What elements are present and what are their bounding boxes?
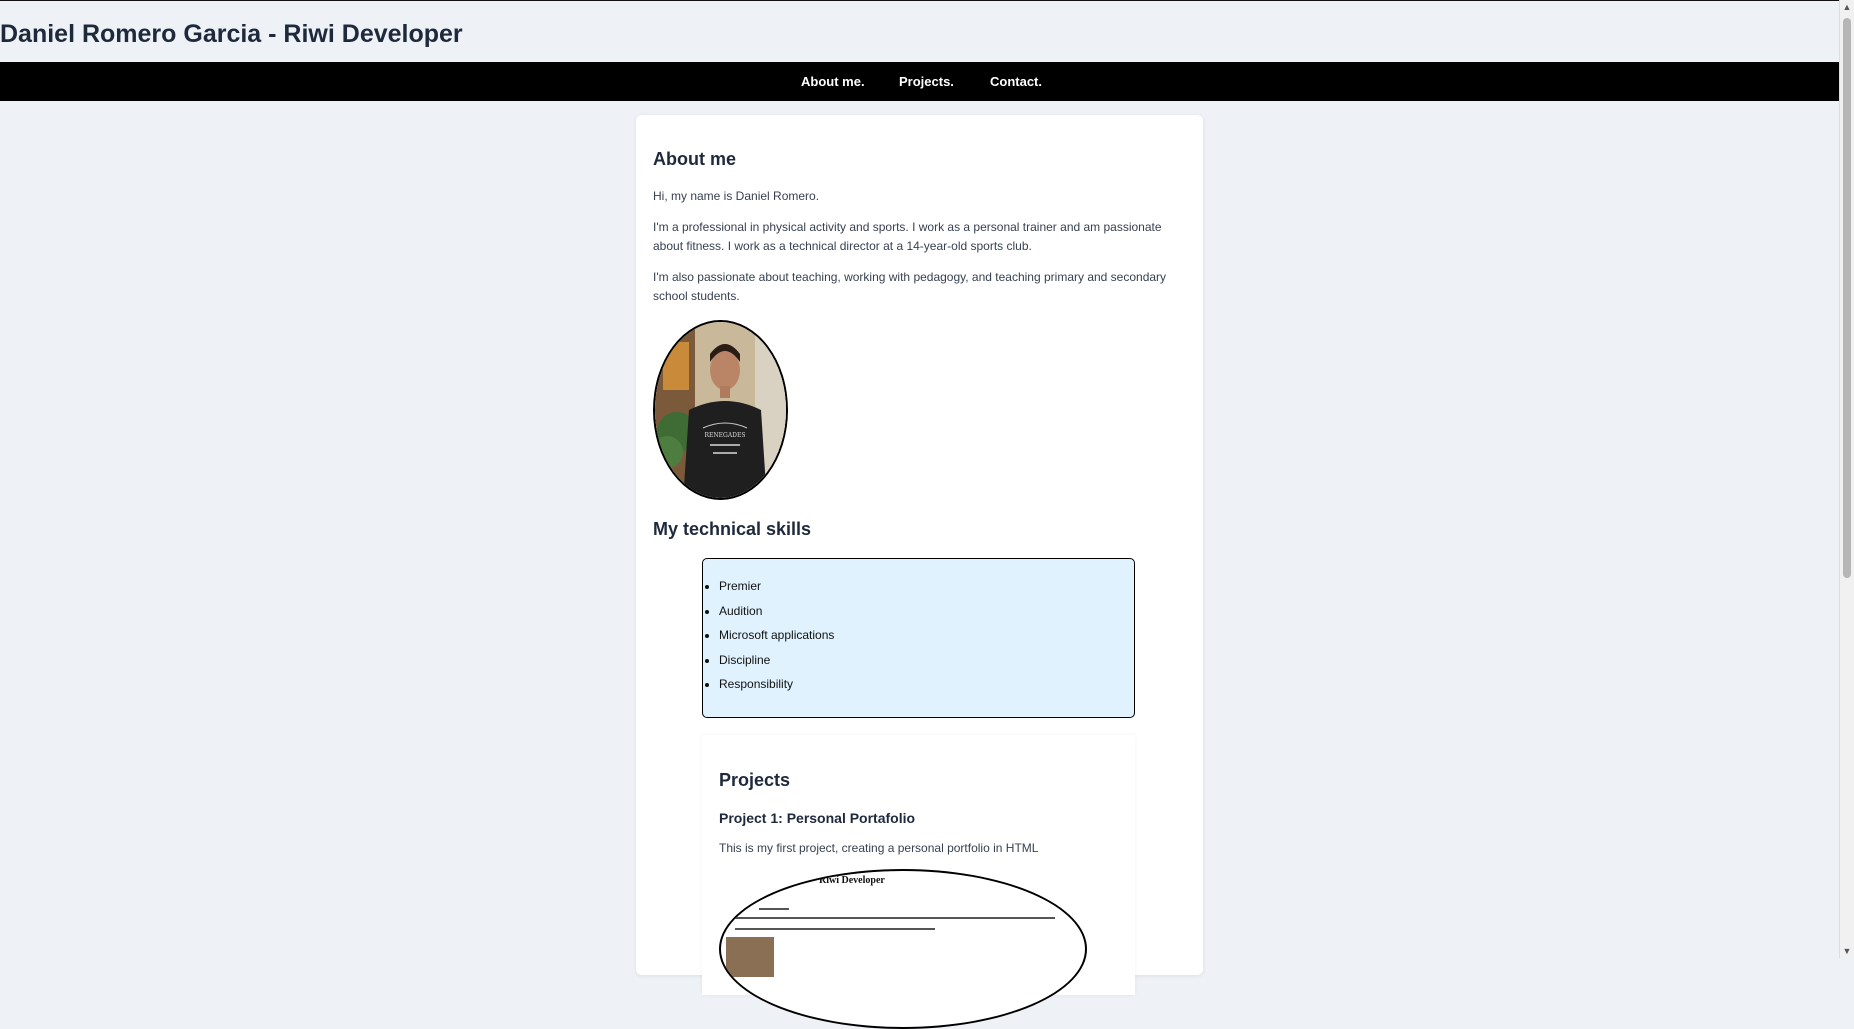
- skill-item: Discipline: [719, 652, 834, 677]
- project-1-screenshot[interactable]: Riwi Developer: [719, 869, 1087, 1029]
- nav-link-projects[interactable]: Projects.: [899, 74, 954, 89]
- svg-text:RENEGADES: RENEGADES: [705, 432, 746, 439]
- about-paragraph-intro: Hi, my name is Daniel Romero.: [653, 189, 820, 203]
- skill-item: Audition: [719, 603, 834, 628]
- profile-photo: RENEGADES: [653, 320, 788, 500]
- projects-section: Projects Project 1: Personal Portafolio …: [702, 735, 1135, 1029]
- site-title: Daniel Romero Garcia - Riwi Developer: [0, 20, 463, 48]
- skills-list-box: Premier Audition Microsoft applications …: [702, 558, 1135, 718]
- page-scrollbar[interactable]: ▲ ▼: [1839, 0, 1854, 958]
- scroll-thumb[interactable]: [1843, 18, 1851, 578]
- scroll-down-icon[interactable]: ▼: [1840, 944, 1854, 958]
- project-1-title: Project 1: Personal Portafolio: [719, 810, 916, 826]
- about-paragraph-teaching: I'm also passionate about teaching, work…: [653, 270, 1167, 303]
- nav-link-contact[interactable]: Contact.: [990, 74, 1042, 89]
- nav-link-about[interactable]: About me.: [801, 74, 865, 89]
- skill-item: Responsibility: [719, 676, 834, 701]
- about-paragraph-profession: I'm a professional in physical activity …: [653, 220, 1162, 253]
- project-1-description: This is my first project, creating a per…: [719, 841, 1039, 855]
- about-section-card: About me Hi, my name is Daniel Romero. I…: [636, 115, 1203, 1029]
- skills-list: Premier Audition Microsoft applications …: [703, 578, 834, 701]
- project-1-screenshot-title: Riwi Developer: [819, 875, 885, 886]
- main-navbar: About me. Projects. Contact.: [0, 62, 1840, 101]
- skill-item: Microsoft applications: [719, 627, 834, 652]
- projects-title: Projects: [719, 770, 791, 790]
- skills-title: My technical skills: [653, 519, 812, 539]
- window-top-border: [0, 0, 1854, 1]
- skill-item: Premier: [719, 578, 834, 603]
- scroll-up-icon[interactable]: ▲: [1840, 0, 1854, 14]
- about-title: About me: [653, 149, 736, 169]
